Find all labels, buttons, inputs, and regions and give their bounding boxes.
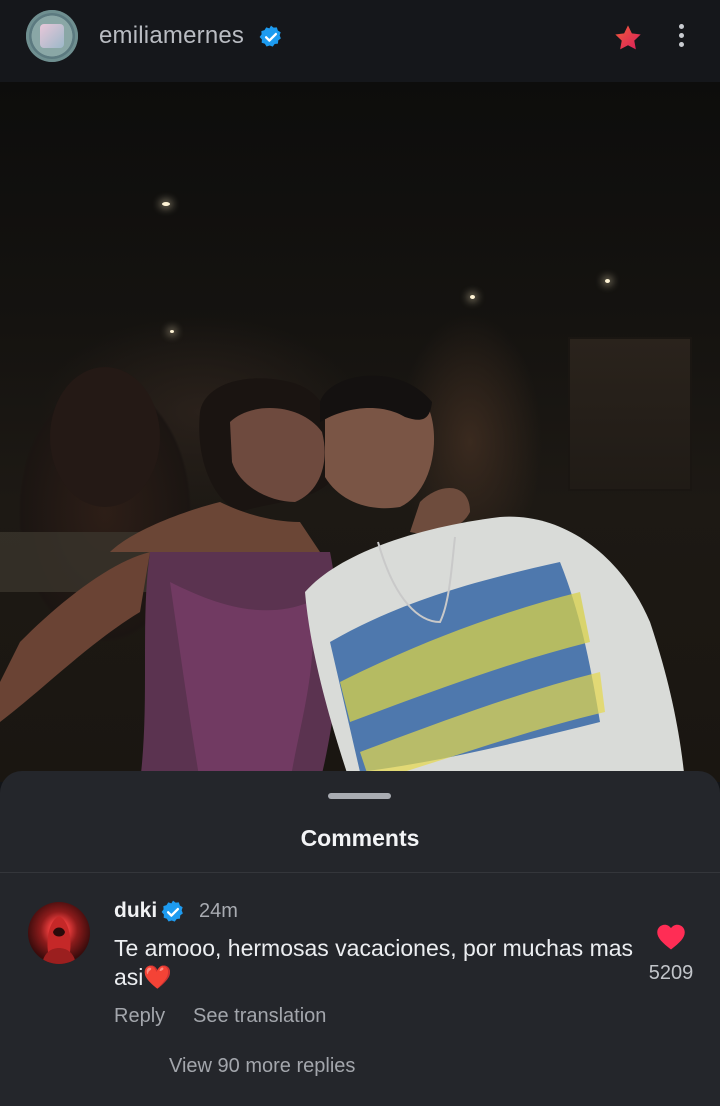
view-more-replies-button[interactable]: View 90 more replies [169, 1055, 355, 1078]
comment-text: Te amooo, hermosas vacaciones, por mucha… [114, 935, 634, 990]
like-count: 5209 [648, 962, 694, 984]
profile-avatar[interactable] [26, 10, 78, 62]
couple-silhouette [0, 367, 685, 782]
comment-timestamp: 24m [199, 900, 238, 922]
comments-title: Comments [300, 825, 420, 851]
post-header: emiliamernes [0, 0, 720, 82]
commenter-avatar[interactable] [28, 902, 90, 964]
post-username[interactable]: emiliamernes [99, 22, 244, 50]
verified-badge-icon [259, 25, 281, 47]
heart-icon[interactable] [656, 923, 686, 951]
more-vertical-icon[interactable] [670, 20, 692, 56]
see-translation-button[interactable]: See translation [193, 1005, 326, 1028]
reply-button[interactable]: Reply [114, 1005, 165, 1028]
verified-badge-icon [161, 900, 183, 922]
avatar-image [42, 916, 76, 964]
divider [0, 872, 720, 873]
comments-sheet: Comments duki 24m Te amooo, hermosas vac… [0, 771, 720, 1106]
avatar-image [40, 24, 64, 48]
drag-handle[interactable] [328, 793, 391, 799]
post-photo[interactable] [0, 82, 720, 782]
comment-username[interactable]: duki [114, 899, 157, 923]
star-icon[interactable] [612, 22, 644, 54]
